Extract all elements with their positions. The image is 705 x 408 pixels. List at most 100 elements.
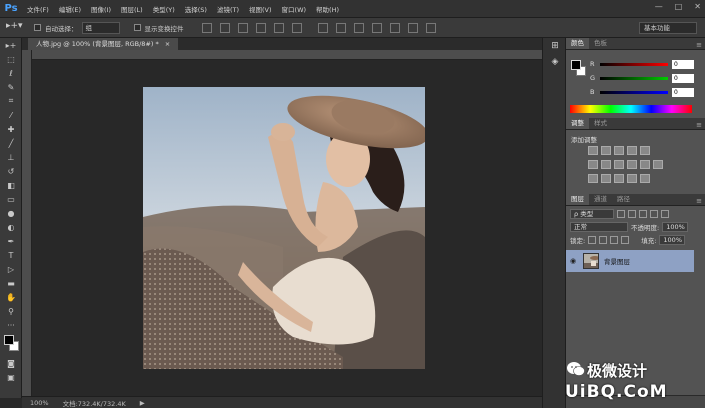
vibrance-icon[interactable] bbox=[640, 146, 650, 155]
brush-tool-icon[interactable]: ╱ bbox=[0, 136, 22, 150]
tab-swatches[interactable]: 色板 bbox=[589, 38, 612, 49]
close-button[interactable]: ✕ bbox=[694, 2, 701, 11]
align-vcenter-icon[interactable] bbox=[219, 22, 230, 33]
pen-tool-icon[interactable]: ✒ bbox=[0, 234, 22, 248]
brightness-icon[interactable] bbox=[588, 146, 598, 155]
move-tool-preset-icon[interactable]: ▸+▾ bbox=[6, 21, 30, 35]
shape-tool-icon[interactable]: ▬ bbox=[0, 276, 22, 290]
filter-shape-icon[interactable] bbox=[650, 210, 658, 218]
lock-position-icon[interactable] bbox=[610, 236, 619, 244]
show-transform-checkbox[interactable] bbox=[133, 24, 141, 31]
eye-icon[interactable]: ◉ bbox=[566, 257, 580, 265]
path-select-icon[interactable]: ▷ bbox=[0, 262, 22, 276]
align-hcenter-icon[interactable] bbox=[273, 22, 284, 33]
filter-adjust-icon[interactable] bbox=[628, 210, 636, 218]
move-tool-icon[interactable]: ▸+ bbox=[0, 38, 22, 52]
panel-foreground-swatch[interactable] bbox=[571, 60, 581, 70]
fill-field[interactable]: 100% bbox=[659, 235, 686, 245]
dodge-tool-icon[interactable]: ◐ bbox=[0, 220, 22, 234]
document-image[interactable] bbox=[143, 87, 425, 369]
auto-align-icon[interactable] bbox=[425, 22, 436, 33]
tab-channels[interactable]: 通道 bbox=[589, 194, 612, 205]
menu-type[interactable]: 类型(Y) bbox=[148, 4, 180, 14]
quick-select-tool-icon[interactable]: ✎ bbox=[0, 80, 22, 94]
auto-select-dropdown[interactable]: 组 bbox=[81, 21, 120, 34]
eraser-tool-icon[interactable]: ◧ bbox=[0, 178, 22, 192]
lasso-tool-icon[interactable]: ℓ bbox=[0, 66, 22, 80]
color-swatches[interactable] bbox=[0, 332, 22, 356]
green-slider[interactable] bbox=[600, 76, 668, 80]
menu-image[interactable]: 图像(I) bbox=[86, 4, 116, 14]
menu-filter[interactable]: 滤镜(T) bbox=[212, 4, 244, 14]
menu-file[interactable]: 文件(F) bbox=[22, 4, 54, 14]
maximize-button[interactable]: □ bbox=[675, 2, 683, 11]
distribute-right-icon[interactable] bbox=[407, 22, 418, 33]
menu-layer[interactable]: 图层(L) bbox=[116, 4, 148, 14]
marquee-tool-icon[interactable]: ⬚ bbox=[0, 52, 22, 66]
align-right-icon[interactable] bbox=[291, 22, 302, 33]
distribute-bottom-icon[interactable] bbox=[353, 22, 364, 33]
align-bottom-icon[interactable] bbox=[237, 22, 248, 33]
horizontal-ruler[interactable] bbox=[22, 50, 542, 60]
zoom-level[interactable]: 100% bbox=[30, 399, 49, 407]
gradient-tool-icon[interactable]: ▭ bbox=[0, 192, 22, 206]
opacity-field[interactable]: 100% bbox=[662, 222, 689, 232]
adjust-menu-icon[interactable]: ≡ bbox=[696, 121, 705, 129]
curves-icon[interactable] bbox=[614, 146, 624, 155]
minimize-button[interactable]: — bbox=[655, 2, 663, 11]
black-white-icon[interactable] bbox=[614, 160, 624, 169]
channel-mixer-icon[interactable] bbox=[640, 160, 650, 169]
hand-tool-icon[interactable]: ✋ bbox=[0, 290, 22, 304]
color-balance-icon[interactable] bbox=[601, 160, 611, 169]
document-tab[interactable]: 人物.jpg @ 100% (背景图层, RGB/8#) * × bbox=[28, 38, 179, 50]
tab-color[interactable]: 颜色 bbox=[566, 38, 589, 49]
panel-menu-icon[interactable]: ≡ bbox=[696, 41, 705, 49]
distribute-left-icon[interactable] bbox=[371, 22, 382, 33]
quick-mask-icon[interactable]: ◙ bbox=[0, 356, 22, 370]
workspace-dropdown[interactable]: 基本功能 bbox=[639, 22, 697, 34]
green-value[interactable]: 0 bbox=[672, 73, 694, 83]
menu-window[interactable]: 窗口(W) bbox=[277, 4, 312, 14]
filter-type-icon[interactable] bbox=[639, 210, 647, 218]
distribute-top-icon[interactable] bbox=[317, 22, 328, 33]
properties-panel-icon[interactable]: ◈ bbox=[543, 54, 567, 70]
blue-value[interactable]: 0 bbox=[672, 87, 694, 97]
foreground-color-swatch[interactable] bbox=[4, 335, 14, 345]
canvas-area[interactable] bbox=[32, 60, 542, 396]
menu-edit[interactable]: 编辑(E) bbox=[54, 4, 86, 14]
menu-view[interactable]: 视图(V) bbox=[244, 4, 277, 14]
crop-tool-icon[interactable]: ⌗ bbox=[0, 94, 22, 108]
blur-tool-icon[interactable]: ● bbox=[0, 206, 22, 220]
align-left-icon[interactable] bbox=[255, 22, 266, 33]
hue-saturation-icon[interactable] bbox=[588, 160, 598, 169]
screen-mode-icon[interactable]: ▣ bbox=[0, 370, 22, 384]
lock-all-icon[interactable] bbox=[621, 236, 630, 244]
align-top-icon[interactable] bbox=[201, 22, 212, 33]
color-spectrum-bar[interactable] bbox=[570, 105, 692, 113]
layer-row[interactable]: ◉ 背景图层 bbox=[566, 250, 694, 272]
blend-mode-dropdown[interactable]: 正常 bbox=[570, 222, 628, 232]
type-tool-icon[interactable]: T bbox=[0, 248, 22, 262]
menu-help[interactable]: 帮助(H) bbox=[311, 4, 344, 14]
photo-filter-icon[interactable] bbox=[627, 160, 637, 169]
tab-adjustments[interactable]: 调整 bbox=[566, 118, 589, 129]
blue-slider[interactable] bbox=[600, 90, 668, 94]
selective-color-icon[interactable] bbox=[640, 174, 650, 183]
layer-filter-dropdown[interactable]: ρ 类型 bbox=[570, 209, 614, 219]
zoom-tool-icon[interactable]: ⚲ bbox=[0, 304, 22, 318]
invert-icon[interactable] bbox=[588, 174, 598, 183]
tab-paths[interactable]: 路径 bbox=[612, 194, 635, 205]
clone-stamp-icon[interactable]: ⊥ bbox=[0, 150, 22, 164]
healing-brush-icon[interactable]: ✚ bbox=[0, 122, 22, 136]
status-menu-arrow-icon[interactable]: ▶ bbox=[140, 399, 145, 407]
lock-transparent-icon[interactable] bbox=[588, 236, 597, 244]
red-value[interactable]: 0 bbox=[672, 59, 694, 69]
tab-layers[interactable]: 图层 bbox=[566, 194, 589, 205]
filter-pixel-icon[interactable] bbox=[617, 210, 625, 218]
tab-styles[interactable]: 样式 bbox=[589, 118, 612, 129]
auto-select-checkbox[interactable] bbox=[34, 24, 41, 31]
layer-name[interactable]: 背景图层 bbox=[604, 256, 630, 266]
history-panel-icon[interactable]: ⊞ bbox=[543, 38, 567, 54]
vertical-ruler[interactable] bbox=[22, 50, 32, 396]
gradient-map-icon[interactable] bbox=[627, 174, 637, 183]
